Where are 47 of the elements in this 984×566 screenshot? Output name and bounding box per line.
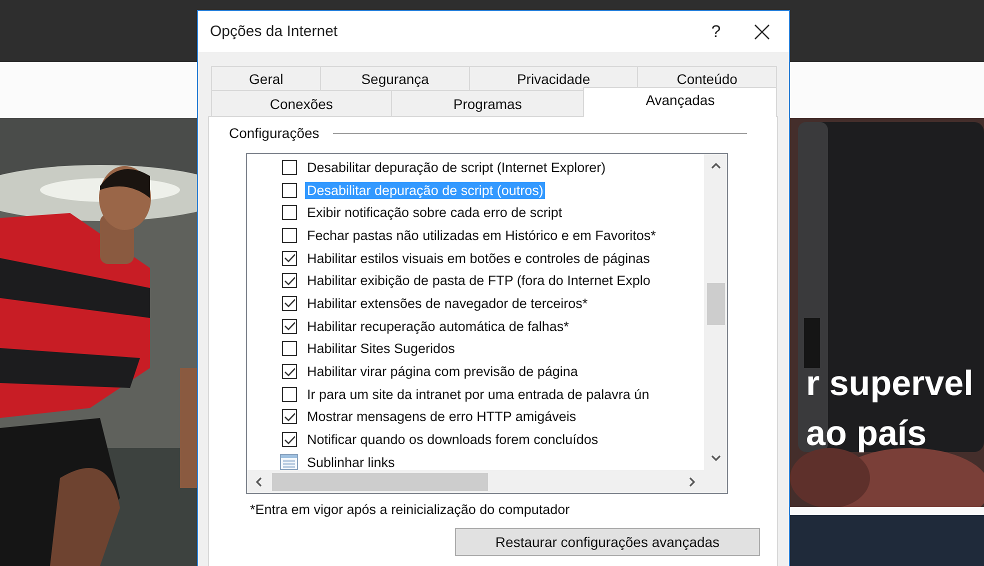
setting-label[interactable]: Habilitar virar página com previsão de página [305, 363, 580, 380]
setting-label[interactable]: Ir para um site da intranet por uma entrada de palavra ún [305, 386, 652, 403]
setting-label[interactable]: Habilitar estilos visuais em botões e controles de páginas [305, 250, 652, 267]
window-title: Opções da Internet [210, 23, 339, 40]
footnote: *Entra em vigor após a reinicialização do computador [250, 502, 571, 517]
scroll-left-icon[interactable] [255, 476, 262, 486]
scrollbar-thumb[interactable] [707, 283, 725, 325]
tab[interactable]: Geral [211, 66, 322, 90]
tab[interactable]: Conexões [211, 90, 392, 116]
checkbox[interactable] [282, 409, 297, 424]
setting-label[interactable]: Sublinhar links [305, 454, 397, 470]
setting-label[interactable]: Habilitar Sites Sugeridos [305, 340, 457, 358]
scroll-down-icon[interactable] [710, 455, 720, 462]
setting-label[interactable]: Habilitar extensões de navegador de terceiros* [305, 294, 590, 312]
restore-button[interactable]: Restaurar configurações avançadas [455, 528, 760, 556]
setting-label[interactable]: Mostrar mensagens de erro HTTP amigáveis [305, 408, 578, 426]
checkbox[interactable] [282, 228, 297, 243]
checkbox[interactable] [282, 205, 297, 220]
tab[interactable]: Avançadas [583, 87, 777, 117]
setting-label[interactable]: Habilitar recuperação automática de falhas* [305, 318, 571, 335]
setting-label[interactable]: Habilitar exibição de pasta de FTP (fora do Internet Explo [305, 272, 652, 290]
scrollbar-thumb[interactable] [272, 473, 488, 491]
checkbox[interactable] [282, 273, 297, 288]
checkbox[interactable] [282, 160, 297, 175]
checkbox[interactable] [282, 250, 297, 266]
setting-label[interactable]: Fechar pastas não utilizadas em Histórico e em Favoritos* [305, 226, 658, 244]
scroll-right-icon[interactable] [689, 476, 696, 486]
setting-label[interactable]: Notificar quando os downloads forem concluídos [305, 431, 600, 448]
checkbox[interactable] [282, 364, 297, 380]
headline-text: r supervel [806, 363, 974, 405]
headline-text: ao país [806, 413, 928, 455]
tab[interactable]: Segurança [320, 66, 470, 90]
checkbox[interactable] [282, 386, 297, 402]
list-icon [280, 454, 298, 470]
checkbox[interactable] [282, 318, 297, 334]
checkbox[interactable] [282, 296, 297, 311]
checkbox[interactable] [282, 432, 297, 448]
vertical-scrollbar[interactable] [704, 154, 727, 470]
checkbox[interactable] [282, 182, 297, 198]
setting-label[interactable]: Desabilitar depuração de script (Internet Explorer) [305, 158, 608, 176]
scroll-up-icon[interactable] [710, 162, 720, 169]
horizontal-scrollbar[interactable] [247, 470, 704, 493]
close-icon [754, 24, 770, 40]
setting-label[interactable]: Exibir notificação sobre cada erro de script [305, 204, 564, 222]
group-label: Configurações [229, 125, 320, 141]
help-button[interactable]: ? [693, 11, 739, 52]
checkbox[interactable] [282, 341, 297, 356]
